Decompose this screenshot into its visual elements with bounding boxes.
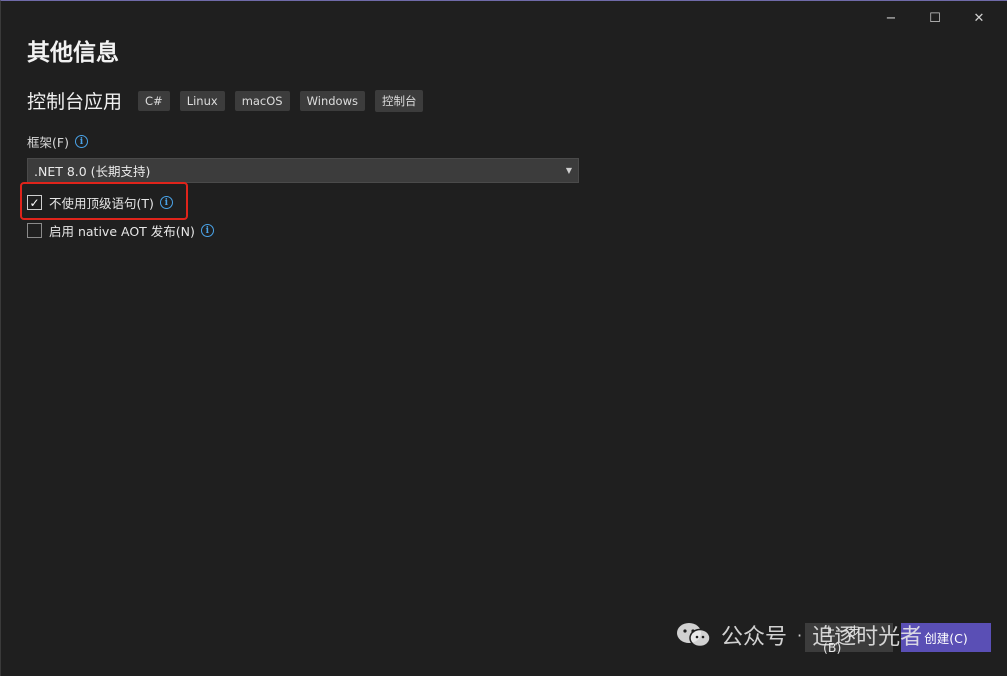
native-aot-label: 启用 native AOT 发布(N): [49, 224, 195, 239]
info-icon[interactable]: i: [74, 135, 88, 148]
template-summary: 控制台应用 C# Linux macOS Windows 控制台: [27, 87, 433, 114]
window-controls: − ☐ ✕: [869, 7, 1001, 29]
close-button[interactable]: ✕: [957, 7, 1001, 29]
framework-selected-value: .NET 8.0 (长期支持): [34, 164, 151, 179]
template-name: 控制台应用: [27, 91, 123, 113]
native-aot-checkbox[interactable]: [27, 223, 42, 238]
framework-label-row: 框架(F) i: [27, 132, 88, 151]
tag-console: 控制台: [374, 89, 424, 112]
watermark-separator: ·: [797, 625, 803, 645]
wechat-icon: [677, 623, 711, 648]
top-level-statements-option[interactable]: ✓ 不使用顶级语句(T) i: [27, 193, 173, 212]
framework-select[interactable]: .NET 8.0 (长期支持) ▼: [27, 158, 579, 183]
tag-csharp: C#: [138, 90, 170, 111]
framework-label: 框架(F): [27, 135, 69, 150]
tag-linux: Linux: [179, 90, 225, 111]
watermark-prefix: 公众号: [721, 625, 788, 650]
tag-macos: macOS: [234, 90, 290, 111]
top-level-statements-checkbox[interactable]: ✓: [27, 195, 42, 210]
tag-windows: Windows: [299, 90, 365, 111]
watermark-name: 追逐时光者: [812, 625, 923, 650]
top-level-statements-label: 不使用顶级语句(T): [49, 196, 154, 211]
maximize-button[interactable]: ☐: [913, 7, 957, 29]
info-icon[interactable]: i: [200, 224, 214, 237]
info-icon[interactable]: i: [159, 196, 173, 209]
watermark: 公众号 · 追逐时光者: [675, 619, 922, 651]
native-aot-option[interactable]: 启用 native AOT 发布(N) i: [27, 221, 214, 240]
page-title: 其他信息: [27, 40, 119, 66]
dialog-window: − ☐ ✕ 其他信息 控制台应用 C# Linux macOS Windows …: [0, 0, 1007, 676]
chevron-down-icon: ▼: [565, 166, 572, 175]
minimize-button[interactable]: −: [869, 7, 913, 29]
